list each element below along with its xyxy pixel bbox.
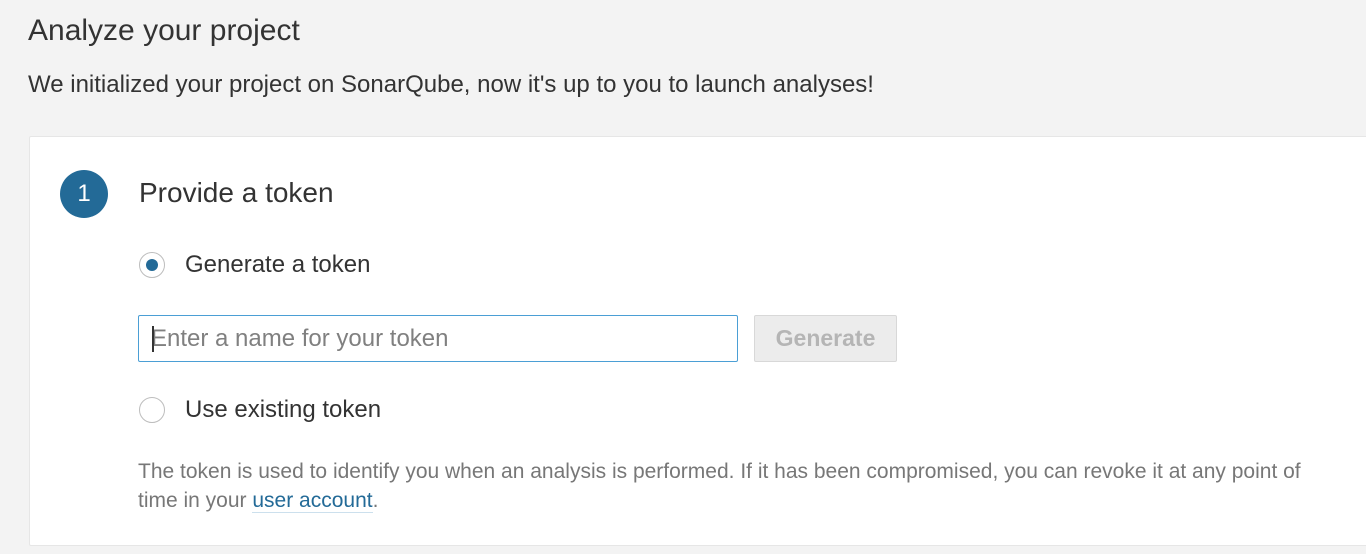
page-description: We initialized your project on SonarQube…: [28, 71, 874, 98]
use-existing-token-radio[interactable]: [139, 397, 165, 423]
text-cursor: [152, 326, 154, 352]
page-title: Analyze your project: [28, 14, 300, 47]
help-text-after: .: [372, 489, 379, 512]
generate-button[interactable]: Generate: [754, 315, 897, 362]
use-existing-token-option[interactable]: Use existing token: [139, 395, 381, 425]
generate-token-option[interactable]: Generate a token: [139, 250, 370, 280]
token-help-text: The token is used to identify you when a…: [138, 457, 1338, 515]
step-title: Provide a token: [139, 177, 334, 208]
generate-token-radio[interactable]: [139, 252, 165, 278]
step-card: 1 Provide a token Generate a token Gener…: [29, 136, 1366, 546]
user-account-link[interactable]: user account: [252, 489, 373, 513]
use-existing-token-label: Use existing token: [185, 396, 382, 423]
token-name-input[interactable]: [138, 315, 738, 362]
generate-token-label: Generate a token: [185, 251, 371, 278]
step-number-badge: 1: [60, 170, 108, 218]
